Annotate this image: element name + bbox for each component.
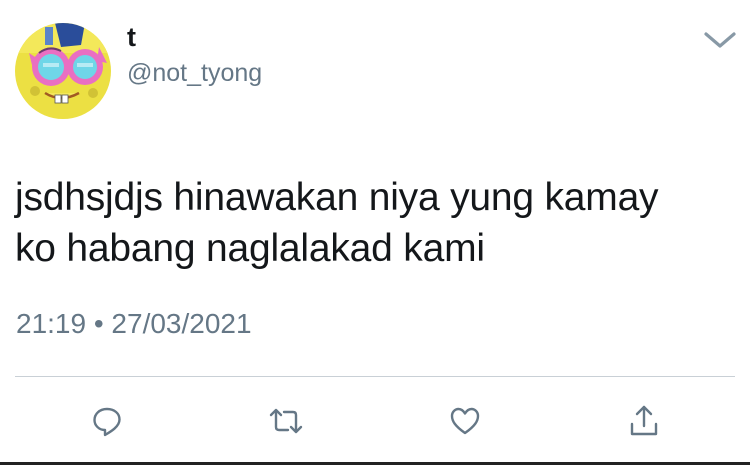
- user-handle[interactable]: @not_tyong: [127, 58, 262, 88]
- like-button[interactable]: [442, 398, 488, 444]
- profile-avatar[interactable]: [15, 23, 111, 119]
- heart-icon: [450, 407, 480, 435]
- speech-bubble-icon: [93, 407, 121, 437]
- tweet-timestamp[interactable]: 21:19 • 27/03/2021: [16, 306, 252, 342]
- tweet-text-line: ko habang naglalakad kami: [15, 227, 485, 270]
- bottom-border: [0, 462, 750, 465]
- retweet-arrows-icon: [269, 408, 303, 434]
- reply-button[interactable]: [84, 398, 130, 444]
- chevron-down-icon[interactable]: [702, 26, 738, 52]
- avatar-image: [15, 23, 111, 119]
- divider: [15, 376, 735, 377]
- share-upload-icon: [630, 405, 658, 436]
- tweet-text-line: jsdhsjdjs hinawakan niya yung kamay: [15, 176, 659, 219]
- tweet-text: jsdhsjdjs hinawakan niya yung kamay ko h…: [15, 172, 740, 274]
- display-name[interactable]: t: [127, 20, 136, 54]
- share-button[interactable]: [621, 398, 667, 444]
- retweet-button[interactable]: [263, 398, 309, 444]
